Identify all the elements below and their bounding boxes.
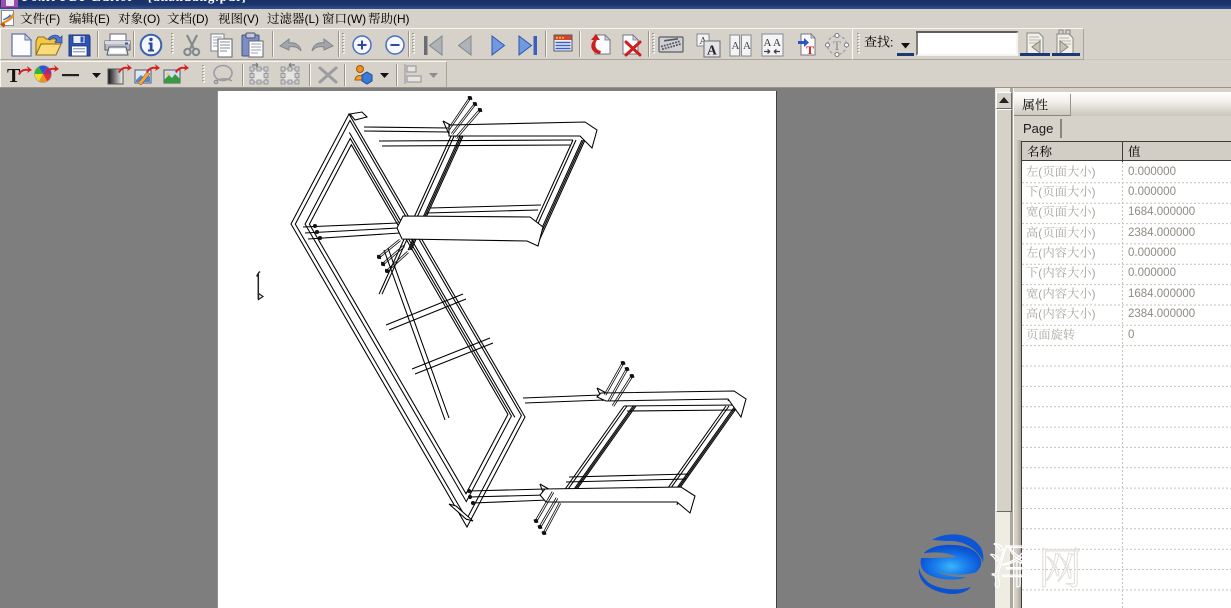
- svg-text:(L): (L): [305, 12, 320, 26]
- svg-text::: :: [890, 35, 893, 49]
- svg-text:): ): [1092, 165, 1096, 178]
- svg-text:A: A: [764, 37, 772, 49]
- svg-text:A: A: [743, 40, 751, 52]
- svg-text:(: (: [1038, 227, 1042, 240]
- svg-text:(: (: [1038, 206, 1042, 219]
- svg-text:(O): (O): [143, 12, 160, 26]
- svg-text:(: (: [1038, 288, 1042, 301]
- svg-text:A: A: [732, 40, 740, 52]
- svg-text:(V): (V): [243, 12, 259, 26]
- svg-text:(D): (D): [192, 12, 209, 26]
- svg-text:A: A: [773, 37, 781, 49]
- svg-text:(F): (F): [45, 12, 60, 26]
- svg-text:T: T: [806, 43, 814, 57]
- svg-text:): ): [1092, 227, 1096, 240]
- svg-text:T: T: [833, 38, 841, 53]
- svg-text:(: (: [1038, 165, 1042, 178]
- svg-text:(H): (H): [393, 12, 410, 26]
- svg-text:): ): [1092, 308, 1096, 321]
- svg-text:A: A: [707, 43, 717, 58]
- svg-text:): ): [1092, 206, 1096, 219]
- svg-text:(W): (W): [347, 12, 366, 26]
- svg-text:): ): [1092, 247, 1096, 260]
- svg-text:(: (: [1038, 247, 1042, 260]
- svg-text:(E): (E): [94, 12, 110, 26]
- svg-text:(: (: [1038, 186, 1042, 199]
- svg-text:): ): [1092, 267, 1096, 280]
- svg-text:): ): [1092, 288, 1096, 301]
- svg-text:): ): [1092, 186, 1096, 199]
- svg-text:(: (: [1038, 267, 1042, 280]
- svg-text:(: (: [1038, 308, 1042, 321]
- svg-text:T: T: [7, 65, 21, 87]
